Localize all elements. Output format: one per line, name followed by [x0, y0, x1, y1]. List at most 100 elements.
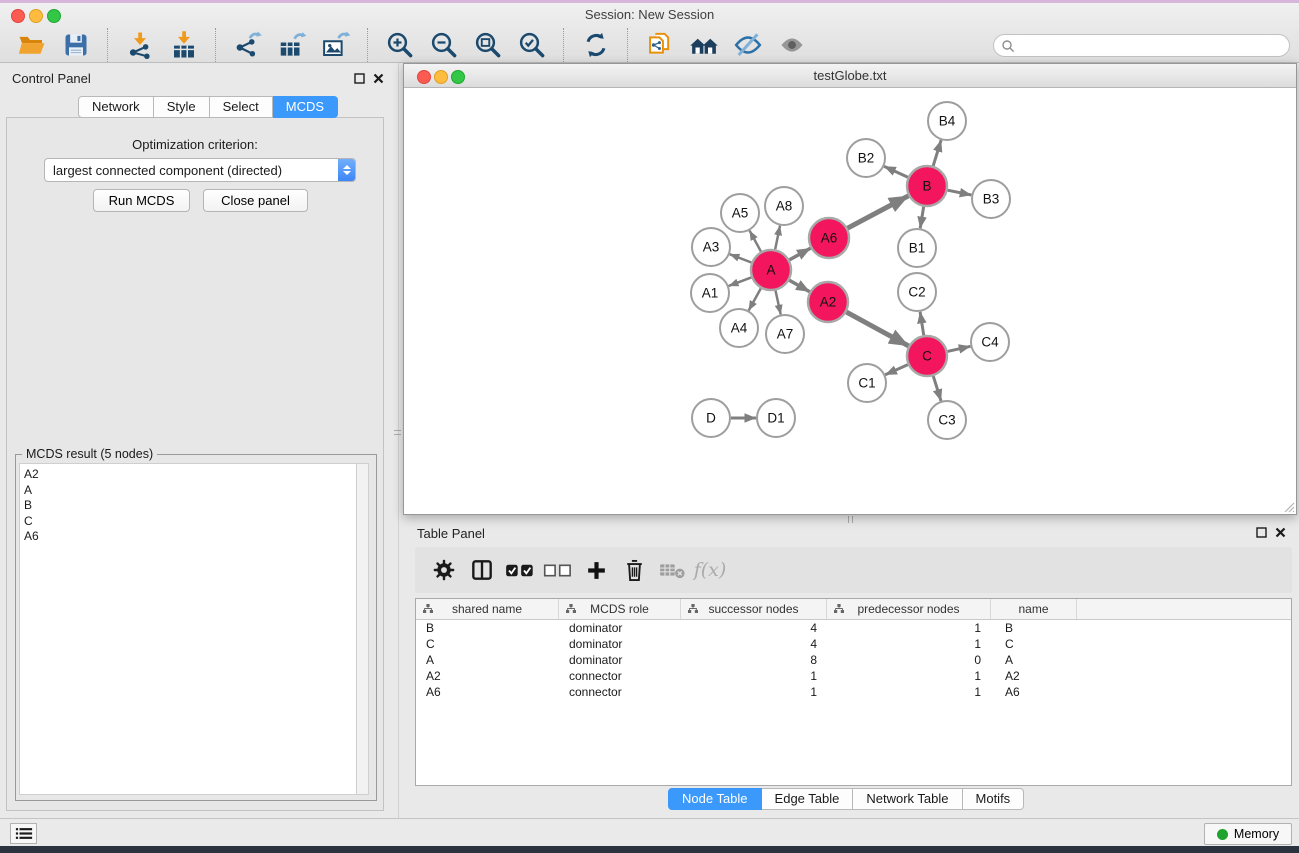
column-header-name[interactable]: name — [991, 599, 1077, 619]
cell-MCDS-role[interactable]: dominator — [559, 652, 681, 668]
export-image-icon[interactable] — [318, 27, 354, 63]
task-history-icon[interactable] — [10, 823, 37, 844]
criterion-dropdown[interactable]: largest connected component (directed) — [44, 158, 356, 182]
show-graphics-icon[interactable] — [774, 27, 810, 63]
graph-edge-A-A6[interactable] — [789, 248, 810, 260]
cell-name[interactable]: A — [991, 652, 1077, 668]
window-resize-grip[interactable] — [1281, 499, 1295, 513]
close-panel-button[interactable]: Close panel — [203, 189, 308, 212]
cell-shared-name[interactable]: A6 — [416, 684, 559, 700]
cell-successor-nodes[interactable]: 8 — [681, 652, 827, 668]
table-row[interactable]: A6connector11A6 — [416, 684, 1291, 700]
cell-MCDS-role[interactable]: connector — [559, 668, 681, 684]
hide-graphics-icon[interactable] — [730, 27, 766, 63]
save-session-icon[interactable] — [58, 27, 94, 63]
zoom-out-icon[interactable] — [426, 27, 462, 63]
graph-edge-A-A4[interactable] — [749, 288, 761, 310]
network-graph-canvas[interactable]: B4B2BB3A8A5A6A3B1AA1C2A2A4A7C4CC1DD1C3 — [404, 88, 1296, 514]
table-row[interactable]: Adominator80A — [416, 652, 1291, 668]
export-network-icon[interactable] — [230, 27, 266, 63]
graph-edge-A-A7[interactable] — [775, 291, 780, 315]
graph-edge-A2-C[interactable] — [846, 312, 908, 346]
add-row-icon[interactable] — [577, 551, 615, 589]
graph-edge-B-B3[interactable] — [948, 190, 972, 195]
cell-MCDS-role[interactable]: dominator — [559, 620, 681, 636]
graph-edge-A-A1[interactable] — [729, 277, 752, 286]
deselect-all-icon[interactable] — [539, 551, 577, 589]
column-header-predecessor-nodes[interactable]: predecessor nodes — [827, 599, 991, 619]
splitter-grip[interactable] — [394, 434, 401, 435]
cell-predecessor-nodes[interactable]: 0 — [827, 652, 991, 668]
mcds-list-scrollbar[interactable] — [356, 464, 368, 794]
cell-shared-name[interactable]: B — [416, 620, 559, 636]
graph-edge-C-C2[interactable] — [920, 312, 924, 335]
tab-network-table[interactable]: Network Table — [853, 788, 962, 810]
tab-node-table[interactable]: Node Table — [668, 788, 762, 810]
select-all-icon[interactable] — [501, 551, 539, 589]
delete-row-icon[interactable] — [615, 551, 653, 589]
close-panel-icon[interactable] — [1274, 526, 1287, 539]
column-header-successor-nodes[interactable]: successor nodes — [681, 599, 827, 619]
mcds-result-item[interactable]: A — [20, 483, 356, 499]
cell-MCDS-role[interactable]: dominator — [559, 636, 681, 652]
cell-successor-nodes[interactable]: 4 — [681, 636, 827, 652]
graph-edge-B-B1[interactable] — [920, 207, 923, 229]
cell-predecessor-nodes[interactable]: 1 — [827, 668, 991, 684]
float-panel-icon[interactable] — [353, 72, 366, 85]
apply-layout-icon[interactable] — [686, 27, 722, 63]
table-settings-icon[interactable] — [425, 551, 463, 589]
graph-edge-C-C3[interactable] — [933, 376, 941, 401]
refresh-view-icon[interactable] — [578, 27, 614, 63]
close-panel-icon[interactable] — [372, 72, 385, 85]
column-header-shared-name[interactable]: shared name — [416, 599, 559, 619]
cell-predecessor-nodes[interactable]: 1 — [827, 684, 991, 700]
cell-name[interactable]: B — [991, 620, 1077, 636]
tab-motifs[interactable]: Motifs — [963, 788, 1025, 810]
mcds-result-item[interactable]: A6 — [20, 529, 356, 545]
open-session-icon[interactable] — [14, 27, 50, 63]
graph-edge-B-B2[interactable] — [884, 166, 908, 177]
run-mcds-button[interactable]: Run MCDS — [93, 189, 190, 212]
export-table-icon[interactable] — [274, 27, 310, 63]
memory-button[interactable]: Memory — [1204, 823, 1292, 845]
cell-shared-name[interactable]: A — [416, 652, 559, 668]
graph-edge-A6-B[interactable] — [848, 196, 909, 228]
cell-name[interactable]: A6 — [991, 684, 1077, 700]
zoom-fit-icon[interactable] — [470, 27, 506, 63]
table-row[interactable]: A2connector11A2 — [416, 668, 1291, 684]
cell-name[interactable]: C — [991, 636, 1077, 652]
search-box[interactable] — [993, 34, 1290, 57]
zoom-in-icon[interactable] — [382, 27, 418, 63]
cell-name[interactable]: A2 — [991, 668, 1077, 684]
zoom-selected-icon[interactable] — [514, 27, 550, 63]
tab-mcds[interactable]: MCDS — [273, 96, 338, 118]
graph-edge-B-B4[interactable] — [933, 140, 941, 166]
cell-successor-nodes[interactable]: 1 — [681, 684, 827, 700]
tab-edge-table[interactable]: Edge Table — [762, 788, 854, 810]
graph-edge-A-A8[interactable] — [775, 226, 780, 250]
mcds-result-item[interactable]: C — [20, 514, 356, 530]
cell-shared-name[interactable]: A2 — [416, 668, 559, 684]
mcds-result-item[interactable]: A2 — [20, 467, 356, 483]
graph-edge-A-A2[interactable] — [789, 280, 809, 291]
table-row[interactable]: Cdominator41C — [416, 636, 1291, 652]
graph-edge-C-C4[interactable] — [947, 346, 970, 351]
cell-successor-nodes[interactable]: 4 — [681, 620, 827, 636]
graph-edge-A-A3[interactable] — [730, 254, 752, 262]
tab-network[interactable]: Network — [78, 96, 154, 118]
network-window-titlebar[interactable]: testGlobe.txt — [404, 64, 1296, 88]
tab-style[interactable]: Style — [154, 96, 210, 118]
import-table-icon[interactable] — [166, 27, 202, 63]
table-row[interactable]: Bdominator41B — [416, 620, 1291, 636]
cell-MCDS-role[interactable]: connector — [559, 684, 681, 700]
cell-successor-nodes[interactable]: 1 — [681, 668, 827, 684]
cell-predecessor-nodes[interactable]: 1 — [827, 636, 991, 652]
show-columns-icon[interactable] — [463, 551, 501, 589]
graph-edge-C-C1[interactable] — [885, 365, 908, 375]
search-input[interactable] — [1015, 37, 1289, 54]
duplicate-network-icon[interactable] — [642, 27, 678, 63]
cell-predecessor-nodes[interactable]: 1 — [827, 620, 991, 636]
graph-edge-A-A5[interactable] — [750, 231, 761, 252]
import-network-icon[interactable] — [122, 27, 158, 63]
tab-select[interactable]: Select — [210, 96, 273, 118]
